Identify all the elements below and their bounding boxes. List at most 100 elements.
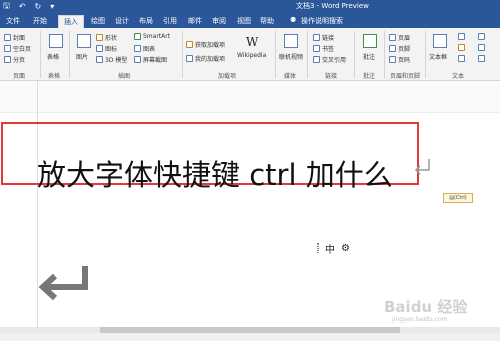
group-label-addins: 加载项: [218, 73, 237, 80]
signature-line-icon[interactable]: [478, 33, 485, 40]
online-video-button[interactable]: 联机视频: [279, 52, 303, 61]
smartart-icon: [134, 33, 141, 40]
gear-icon[interactable]: ⚙: [341, 243, 350, 254]
tab-design[interactable]: 设计: [115, 16, 129, 26]
new-comment-button[interactable]: 批注: [363, 52, 375, 61]
my-addins-icon: [186, 55, 193, 62]
drop-cap-icon[interactable]: [458, 55, 465, 62]
shapes-button[interactable]: 形状: [96, 33, 117, 42]
tab-draw[interactable]: 绘图: [91, 16, 105, 26]
smartart-button[interactable]: SmartArt: [134, 33, 170, 40]
group-separator: [354, 31, 355, 78]
group-label-pages: 页面: [13, 73, 26, 80]
tab-mailings[interactable]: 邮件: [188, 16, 202, 26]
tab-help[interactable]: 帮助: [260, 16, 274, 26]
wikipedia-button[interactable]: Wikipedia: [237, 52, 266, 59]
quick-parts-icon[interactable]: [458, 33, 465, 40]
tab-review[interactable]: 审阅: [212, 16, 226, 26]
ribbon: 封面 空白页 分页 页面 表格 表格 图片 形状 图标 3D 模型 SmartA…: [0, 28, 500, 81]
3d-model-icon: [96, 56, 103, 63]
table-button[interactable]: 表格: [47, 52, 59, 61]
chart-button[interactable]: 图表: [134, 44, 155, 53]
group-label-header-footer: 页眉和页脚: [390, 73, 421, 80]
lightbulb-icon: ⚉: [290, 16, 297, 24]
save-icon[interactable]: 🖫: [3, 0, 10, 14]
watermark-url: jingyan.baidu.com: [392, 316, 448, 323]
text-box-button[interactable]: 文本框: [429, 52, 447, 61]
tab-layout[interactable]: 布局: [139, 16, 153, 26]
paste-options-button[interactable]: ▤ (Ctrl): [443, 193, 473, 203]
group-separator: [40, 31, 41, 78]
title-bar: 🖫 ↶ ↻ ▾ 文档3 - Word Preview: [0, 0, 500, 13]
page-number-button[interactable]: 页码: [389, 55, 410, 64]
picture-icon[interactable]: [77, 34, 91, 48]
chart-icon: [134, 45, 141, 52]
screenshot-icon: [134, 56, 141, 63]
document-canvas[interactable]: 放大字体快捷键 ctrl 加什么 ▤ (Ctrl) 中 ⚙: [0, 81, 500, 327]
tab-view[interactable]: 视图: [237, 16, 251, 26]
header-button[interactable]: 页眉: [389, 33, 410, 42]
online-video-icon[interactable]: [284, 34, 298, 48]
page-top-gap: [0, 81, 500, 113]
group-separator: [275, 31, 276, 78]
cross-reference-icon: [313, 56, 320, 63]
status-bar: [0, 333, 500, 341]
wikipedia-icon[interactable]: W: [246, 35, 258, 49]
tab-file[interactable]: 文件: [6, 16, 20, 26]
tab-references[interactable]: 引用: [163, 16, 177, 26]
footer-icon: [389, 45, 396, 52]
group-separator: [307, 31, 308, 78]
new-comment-icon[interactable]: [363, 34, 377, 48]
date-time-icon[interactable]: [478, 44, 485, 51]
link-icon: [313, 34, 320, 41]
page-number-icon: [389, 56, 396, 63]
cover-page-button[interactable]: 封面: [4, 33, 25, 42]
my-addins-button[interactable]: 我的加载项: [186, 54, 225, 63]
group-label-table: 表格: [48, 73, 61, 80]
document-title: 文档3 - Word Preview: [296, 2, 369, 10]
get-addins-button[interactable]: 获取加载项: [186, 40, 225, 49]
tab-insert[interactable]: 插入: [58, 15, 84, 28]
group-label-media: 媒体: [284, 73, 297, 80]
3d-models-button[interactable]: 3D 模型: [96, 55, 127, 64]
tell-me-search[interactable]: 操作说明搜索: [301, 16, 343, 26]
link-button[interactable]: 链接: [313, 33, 334, 42]
group-label-comments: 批注: [363, 73, 376, 80]
ime-toolbar: 中 ⚙: [317, 241, 350, 256]
bookmark-button[interactable]: 书签: [313, 44, 334, 53]
ribbon-tabs: 文件 开始 插入 绘图 设计 布局 引用 邮件 审阅 视图 帮助 ⚉ 操作说明搜…: [0, 13, 500, 28]
customize-qat-icon[interactable]: ▾: [50, 2, 54, 11]
icons-button[interactable]: 图标: [96, 44, 117, 53]
return-arrow-icon: [38, 266, 88, 301]
table-icon[interactable]: [49, 34, 63, 48]
paragraph-mark-icon: [414, 159, 430, 175]
ime-drag-handle[interactable]: [317, 243, 319, 253]
ime-mode-toggle[interactable]: 中: [325, 241, 335, 256]
footer-button[interactable]: 页脚: [389, 44, 410, 53]
object-icon[interactable]: [478, 55, 485, 62]
wordart-icon[interactable]: [458, 44, 465, 51]
redo-icon[interactable]: ↻: [35, 2, 42, 11]
cross-reference-button[interactable]: 交叉引用: [313, 55, 346, 64]
group-separator: [69, 31, 70, 78]
screenshot-button[interactable]: 屏幕截图: [134, 55, 167, 64]
bookmark-icon: [313, 45, 320, 52]
icons-icon: [96, 45, 103, 52]
group-label-illustrations: 插图: [118, 73, 131, 80]
picture-button[interactable]: 图片: [76, 52, 88, 61]
shapes-icon: [96, 34, 103, 41]
tab-home[interactable]: 开始: [33, 16, 47, 26]
group-label-text: 文本: [452, 73, 465, 80]
baidu-watermark: Baidu 经验: [384, 298, 468, 316]
undo-icon[interactable]: ↶: [19, 2, 26, 11]
page-break-button[interactable]: 分页: [4, 55, 25, 64]
page-break-icon: [4, 56, 11, 63]
document-text-line[interactable]: 放大字体快捷键 ctrl 加什么: [37, 152, 393, 194]
quick-access-toolbar: 🖫 ↶ ↻ ▾: [3, 0, 54, 13]
text-box-icon[interactable]: [433, 34, 447, 48]
blank-page-button[interactable]: 空白页: [4, 44, 31, 53]
group-separator: [182, 31, 183, 78]
header-icon: [389, 34, 396, 41]
group-separator: [425, 31, 426, 78]
group-label-links: 链接: [325, 73, 338, 80]
